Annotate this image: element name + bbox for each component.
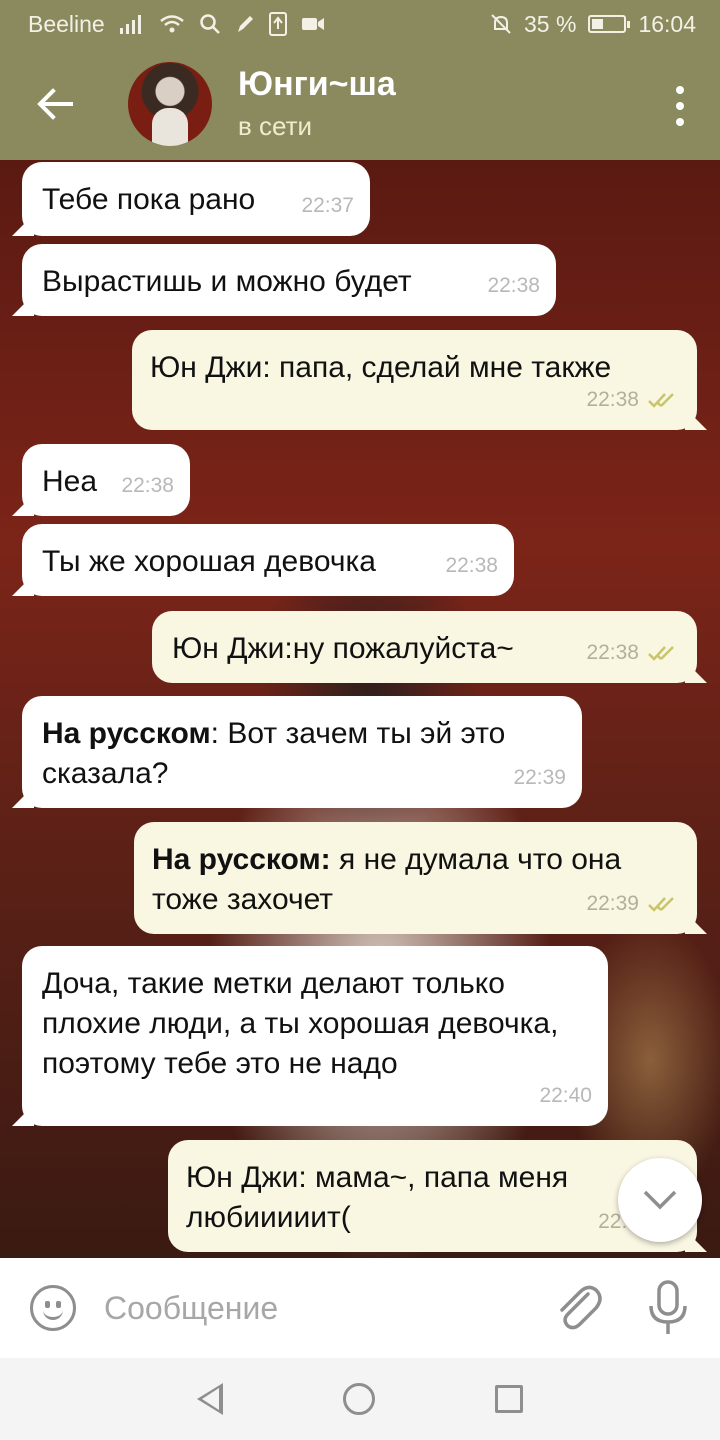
battery-percent: 35 % (524, 10, 577, 37)
message-time: 22:39 (513, 766, 566, 789)
message-bubble[interactable]: На русском: я не думала что она тоже зах… (134, 822, 697, 934)
message-time: 22:40 (539, 1084, 592, 1107)
carrier-label: Beeline (28, 10, 105, 37)
message-bubble[interactable]: На русском: Вот зачем ты эй это сказала?… (22, 696, 582, 808)
message-time: 22:37 (301, 194, 354, 217)
search-icon (199, 13, 221, 35)
message-time: 22:38 (586, 641, 639, 664)
message-time: 22:38 (586, 388, 639, 411)
wifi-icon (159, 14, 185, 34)
signal-icon (119, 14, 145, 34)
nav-recents-icon[interactable] (495, 1385, 523, 1413)
message-text: Юн Джи: мама~, папа меня любииииит( (186, 1161, 569, 1234)
message-text: Юн Джи:ну пожалуйста~ (172, 632, 514, 665)
chat-status: в сети (238, 111, 313, 141)
message-time: 22:38 (487, 274, 540, 297)
microphone-icon[interactable] (646, 1280, 690, 1336)
message-input-bar: Сообщение (0, 1258, 720, 1358)
double-check-icon (648, 646, 674, 661)
message-text: Тебе пока рано (42, 183, 256, 216)
double-check-icon (648, 897, 674, 912)
scroll-down-button[interactable] (618, 1158, 702, 1242)
message-text: Юн Джи: папа, сделай мне также (150, 351, 612, 384)
nav-home-icon[interactable] (343, 1383, 375, 1415)
message-bubble[interactable]: Доча, такие метки делают только плохие л… (22, 946, 608, 1126)
message-author-prefix: На русском (42, 717, 211, 750)
battery-icon (588, 15, 631, 33)
message-bubble[interactable]: Ты же хорошая девочка 22:38 (22, 524, 514, 596)
message-text: Неа (42, 465, 98, 498)
more-vert-icon (676, 86, 684, 94)
message-author-prefix: На русском: (152, 843, 331, 876)
chat-background: Тебе пока рано 22:37 Вырастишь и можно б… (0, 160, 720, 1258)
status-bar: Beeline 35 % 16:04 (0, 0, 720, 48)
system-nav-bar (0, 1358, 720, 1440)
upload-icon (268, 12, 287, 36)
message-bubble[interactable]: Неа 22:38 (22, 444, 190, 516)
back-button[interactable] (0, 48, 110, 160)
message-bubble[interactable]: Тебе пока рано 22:37 (22, 162, 370, 236)
message-text: Вырастишь и можно будет (42, 265, 412, 298)
chat-title-block[interactable]: Юнги~ша в сети (238, 64, 396, 144)
emoji-button[interactable] (30, 1285, 76, 1331)
arrow-left-icon (37, 88, 73, 120)
clock: 16:04 (638, 10, 696, 37)
message-time: 22:39 (586, 892, 639, 915)
more-menu-button[interactable] (670, 86, 690, 126)
message-bubble[interactable]: Юн Джи:ну пожалуйста~ 22:38 (152, 611, 697, 683)
message-bubble[interactable]: Юн Джи: папа, сделай мне также 22:38 (132, 330, 697, 430)
avatar[interactable] (128, 62, 212, 146)
message-bubble[interactable]: Вырастишь и можно будет 22:38 (22, 244, 556, 316)
message-input[interactable]: Сообщение (104, 1290, 550, 1327)
chevron-down-icon (643, 1190, 677, 1210)
chat-title: Юнги~ша (238, 65, 396, 103)
nav-back-icon[interactable] (197, 1383, 223, 1415)
message-time: 22:38 (445, 554, 498, 577)
chat-header: Юнги~ша в сети (0, 48, 720, 160)
message-text: Доча, такие метки делают только плохие л… (42, 967, 559, 1080)
double-check-icon (648, 393, 674, 408)
mute-bell-icon (490, 13, 512, 35)
video-icon (301, 15, 325, 33)
pen-icon (235, 13, 255, 35)
paperclip-icon[interactable] (550, 1280, 606, 1336)
message-text: Ты же хорошая девочка (42, 545, 376, 578)
message-time: 22:38 (121, 474, 174, 497)
